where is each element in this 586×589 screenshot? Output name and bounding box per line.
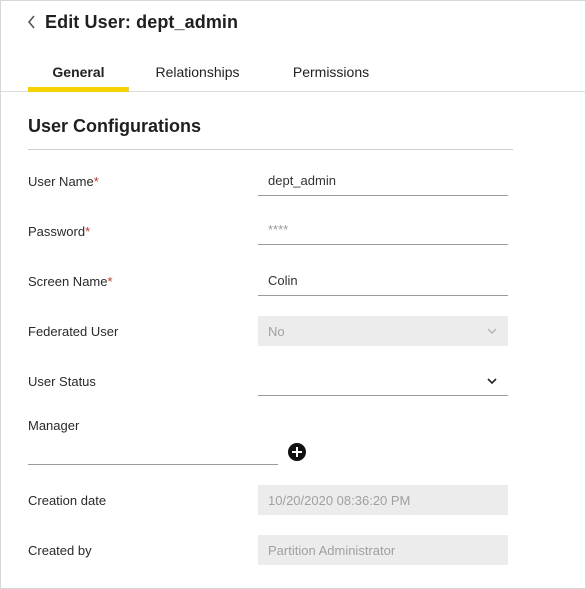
chevron-down-icon: [486, 325, 498, 337]
page-title: Edit User: dept_admin: [45, 11, 239, 32]
plus-circle-icon[interactable]: [288, 443, 306, 461]
chevron-left-icon[interactable]: [27, 11, 41, 33]
manager-label: Manager: [28, 418, 80, 433]
user-status-select[interactable]: [258, 366, 508, 396]
required-mark: *: [93, 174, 99, 189]
created-by-label: Created by: [28, 543, 92, 558]
created-by-field: Partition Administrator: [258, 535, 508, 565]
tab-bar: General Relationships Permissions: [1, 51, 586, 92]
tab-permissions[interactable]: Permissions: [276, 51, 386, 92]
user-name-input[interactable]: dept_admin: [258, 166, 508, 196]
edit-user-panel: Edit User: dept_admin General Relationsh…: [0, 0, 586, 589]
page-header: Edit User: dept_admin: [27, 9, 238, 35]
password-label: Password*: [28, 224, 91, 239]
user-name-label: User Name*: [28, 174, 99, 189]
user-status-label: User Status: [28, 374, 96, 389]
federated-user-value: No: [268, 323, 285, 339]
password-input[interactable]: ****: [258, 215, 508, 245]
tab-relationships[interactable]: Relationships: [141, 51, 254, 92]
active-tab-indicator: [28, 87, 129, 92]
section-divider: [28, 149, 513, 150]
required-mark: *: [107, 274, 113, 289]
screen-name-input[interactable]: Colin: [258, 266, 508, 296]
manager-input[interactable]: [28, 464, 278, 465]
tab-general[interactable]: General: [28, 51, 129, 92]
federated-user-label: Federated User: [28, 324, 119, 339]
section-title: User Configurations: [28, 116, 202, 136]
creation-date-field: 10/20/2020 08:36:20 PM: [258, 485, 508, 515]
creation-date-label: Creation date: [28, 493, 107, 508]
screen-name-label: Screen Name*: [28, 274, 113, 289]
required-mark: *: [85, 224, 91, 239]
chevron-down-icon[interactable]: [486, 375, 498, 387]
federated-user-select: No: [258, 316, 508, 346]
